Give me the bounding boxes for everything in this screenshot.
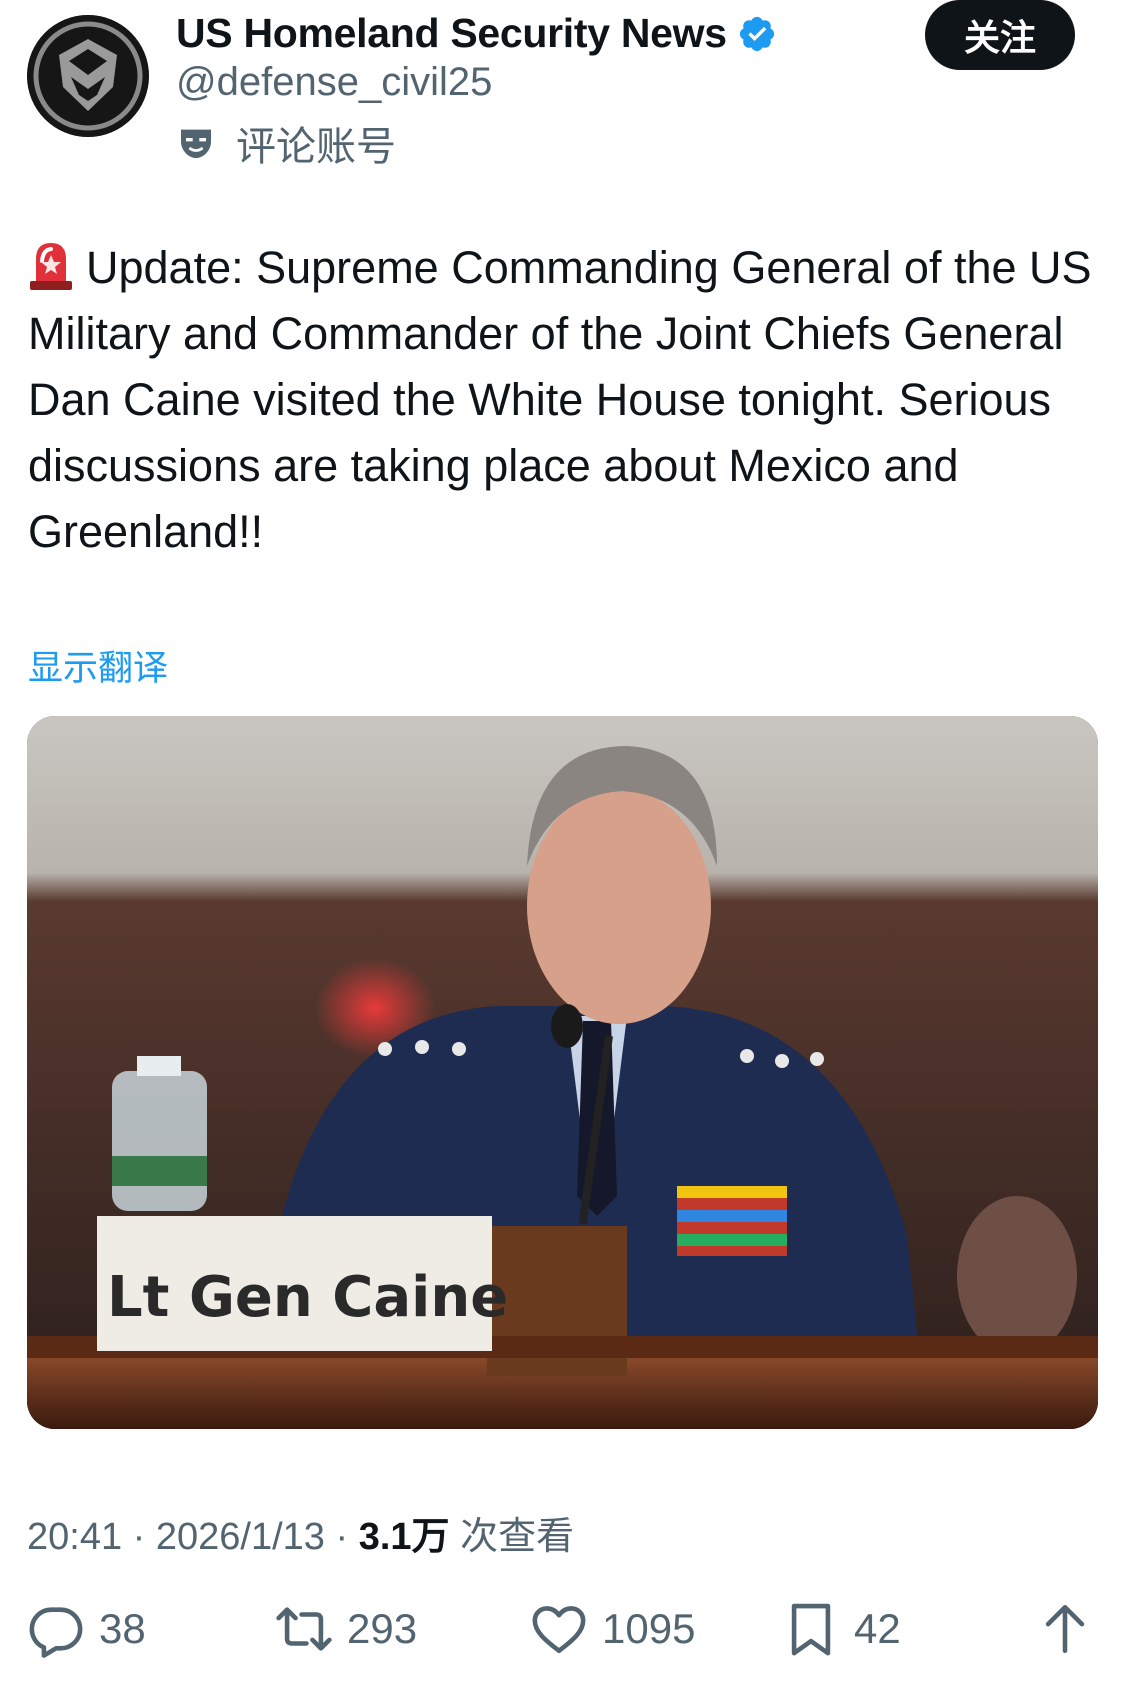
meta-separator: · <box>132 1516 146 1558</box>
parody-mask-icon <box>181 129 211 158</box>
reply-count: 38 <box>99 1605 146 1652</box>
share-button[interactable] <box>1036 1600 1108 1658</box>
action-bar: 38 293 1095 42 <box>0 1600 1125 1680</box>
meta-separator: · <box>335 1516 349 1558</box>
rotating-light-icon <box>30 243 72 290</box>
author-avatar[interactable] <box>27 15 149 137</box>
retweet-count: 293 <box>347 1605 418 1652</box>
retweet-button[interactable]: 293 <box>275 1600 417 1658</box>
verified-badge-icon <box>739 16 774 51</box>
tweet-date[interactable]: 2026/1/13 <box>156 1516 325 1558</box>
tweet-text: Update: Supreme Commanding General of th… <box>28 235 1098 565</box>
author-name-row[interactable]: US Homeland Security News <box>176 10 777 57</box>
reply-button[interactable]: 38 <box>27 1600 146 1658</box>
author-display-name[interactable]: US Homeland Security News <box>176 10 727 57</box>
share-icon <box>1045 1604 1085 1654</box>
views-label: 次查看 <box>460 1516 575 1558</box>
heart-icon <box>532 1606 586 1654</box>
author-handle[interactable]: @defense_civil25 <box>176 60 492 105</box>
show-translation-link[interactable]: 显示翻译 <box>28 640 168 691</box>
like-count: 1095 <box>602 1605 696 1652</box>
tweet-body: Update: Supreme Commanding General of th… <box>28 242 1092 557</box>
account-label-text: 评论账号 <box>236 125 396 169</box>
bookmark-count: 42 <box>854 1605 901 1652</box>
shield-eagle-logo-icon <box>27 15 149 137</box>
tweet-photo[interactable]: Lt Gen Caine <box>27 716 1098 1429</box>
like-button[interactable]: 1095 <box>530 1600 695 1658</box>
views-count: 3.1万 <box>358 1516 450 1558</box>
tweet-time[interactable]: 20:41 <box>27 1516 122 1558</box>
follow-button[interactable]: 关注 <box>925 0 1075 70</box>
tweet-meta: 20:41 · 2026/1/13 · 3.1万 次查看 <box>27 1505 574 1560</box>
account-label: 评论账号 <box>176 114 396 172</box>
bookmark-button[interactable]: 42 <box>782 1600 901 1658</box>
bookmark-icon <box>791 1603 831 1656</box>
reply-icon <box>29 1607 83 1658</box>
retweet-icon <box>276 1607 332 1651</box>
photo-general-at-hearing: Lt Gen Caine <box>27 716 1098 1429</box>
nameplate-text: Lt Gen Caine <box>107 1265 508 1330</box>
